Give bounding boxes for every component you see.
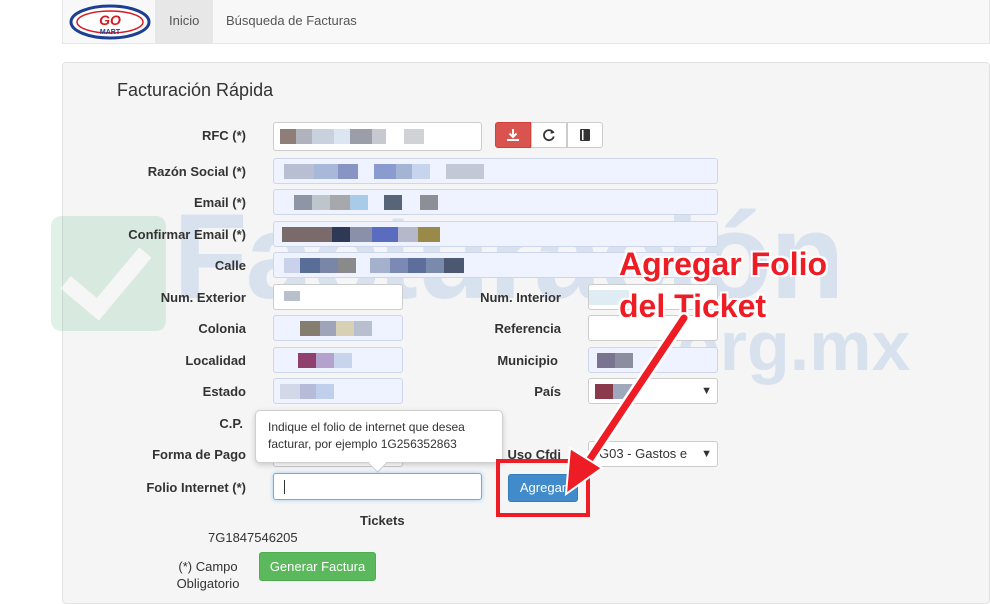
label-municipio: Municipio: [497, 353, 558, 368]
label-rfc: RFC (*): [201, 128, 246, 143]
label-num-interior: Num. Interior: [480, 290, 561, 305]
annotation-highlight-box: [496, 459, 590, 517]
svg-text:GO: GO: [99, 12, 121, 28]
annotation-line-1: Agregar Folio: [619, 246, 828, 282]
localidad-input[interactable]: [273, 347, 403, 373]
uso-cfdi-select[interactable]: G03 - Gastos e ▼: [588, 441, 718, 467]
label-localidad: Localidad: [185, 353, 246, 368]
label-num-exterior: Num. Exterior: [160, 290, 246, 305]
rfc-input[interactable]: [273, 122, 482, 151]
refresh-button[interactable]: [531, 122, 567, 148]
label-calle: Calle: [214, 258, 246, 273]
label-cp: C.P.: [219, 416, 243, 431]
colonia-input[interactable]: [273, 315, 403, 341]
gomart-logo[interactable]: GO MART: [69, 4, 151, 40]
required-field-note: (*) Campo Obligatorio: [176, 559, 240, 591]
tickets-label: Tickets: [360, 513, 405, 528]
label-razon-social: Razón Social (*): [147, 164, 246, 179]
tab-busqueda-facturas[interactable]: Búsqueda de Facturas: [212, 0, 371, 43]
label-forma-pago: Forma de Pago: [152, 447, 246, 462]
text-cursor: [284, 480, 285, 494]
label-email: Email (*): [193, 195, 246, 210]
label-confirm-email: Confirmar Email (*): [128, 227, 246, 242]
book-button[interactable]: [567, 122, 603, 148]
pais-select[interactable]: ▼: [588, 378, 718, 404]
rfc-action-buttons: [495, 122, 603, 148]
chevron-down-icon: ▼: [698, 442, 712, 466]
annotation-line-2: del Ticket: [619, 288, 767, 324]
label-referencia: Referencia: [494, 321, 561, 336]
uso-cfdi-value: G03 - Gastos e: [599, 446, 688, 461]
label-colonia: Colonia: [198, 321, 246, 336]
top-navbar: GO MART Inicio Búsqueda de Facturas: [62, 0, 990, 44]
tab-inicio[interactable]: Inicio: [155, 0, 214, 43]
book-icon: [580, 129, 590, 141]
folio-internet-input[interactable]: [273, 473, 482, 500]
num-exterior-input[interactable]: [273, 284, 403, 310]
municipio-input[interactable]: [588, 347, 718, 373]
download-icon: [507, 129, 519, 141]
email-input[interactable]: [273, 189, 718, 215]
ticket-value: 7G1847546205: [208, 530, 298, 545]
razon-social-input[interactable]: [273, 158, 718, 184]
chevron-down-icon: ▼: [701, 385, 712, 397]
estado-input[interactable]: [273, 378, 403, 404]
download-button[interactable]: [495, 122, 531, 148]
page-title: Facturación Rápida: [117, 80, 274, 100]
refresh-icon: [543, 129, 555, 141]
label-estado: Estado: [202, 384, 246, 399]
generar-factura-button[interactable]: Generar Factura: [259, 552, 376, 581]
folio-tooltip: Indique el folio de internet que desea f…: [255, 410, 503, 463]
label-pais: País: [534, 384, 561, 399]
label-folio-internet: Folio Internet (*): [146, 480, 246, 495]
svg-text:MART: MART: [100, 29, 121, 36]
annotation-text: Agregar Folio del Ticket: [619, 243, 827, 327]
